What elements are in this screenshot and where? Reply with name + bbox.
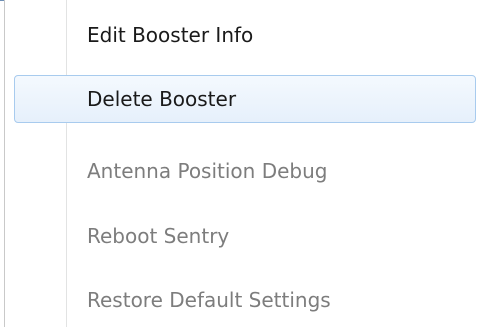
menu-item-label: Edit Booster Info <box>87 23 254 47</box>
menu-item-label: Reboot Sentry <box>87 224 230 248</box>
menu-item-reboot-sentry[interactable]: Reboot Sentry <box>14 212 476 260</box>
menu-item-label: Delete Booster <box>87 87 237 111</box>
context-menu: Edit Booster Info Delete Booster Antenna… <box>0 0 480 327</box>
menu-item-restore-default-settings[interactable]: Restore Default Settings <box>14 276 476 324</box>
menu-item-edit-booster-info[interactable]: Edit Booster Info <box>14 11 476 59</box>
menu-left-border <box>4 0 5 327</box>
menu-item-delete-booster[interactable]: Delete Booster <box>14 75 476 123</box>
menu-item-antenna-position-debug[interactable]: Antenna Position Debug <box>14 147 476 195</box>
menu-item-label: Restore Default Settings <box>87 288 331 312</box>
menu-item-label: Antenna Position Debug <box>87 159 328 183</box>
